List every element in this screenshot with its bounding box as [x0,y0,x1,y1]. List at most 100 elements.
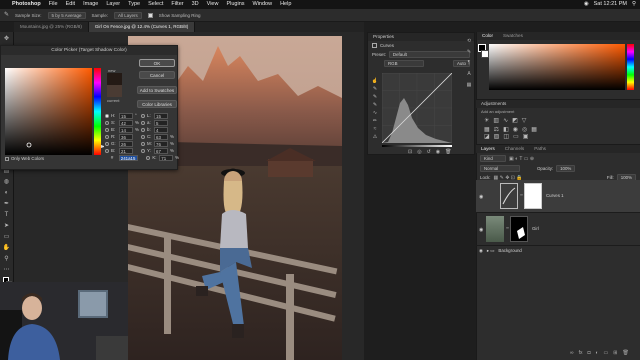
menu-help[interactable]: Help [280,0,291,9]
posterize-icon[interactable]: ▨ [494,133,500,140]
color-value-input-2[interactable]: 71 [159,154,174,161]
tab-girl-on-fence[interactable]: Girl On Fence.jpg @ 12.4% (Curves 1, RGB… [88,22,196,32]
selective-color-icon[interactable]: ▣ [523,133,529,140]
curve-edit-icon[interactable]: ∿ [371,109,379,117]
lab-cmyk-radio[interactable] [141,134,145,139]
color-value-input-2[interactable]: 63 [154,133,168,140]
target-adjust-icon[interactable]: ☝ [371,77,379,85]
channel-select[interactable]: RGB [384,60,424,67]
sample-size-select[interactable]: 5 by 5 Average [47,11,86,19]
channel-mixer-icon[interactable]: ◎ [522,126,527,133]
lab-cmyk-radio[interactable] [141,148,145,153]
color-mode-radio[interactable] [105,134,109,139]
layer-name[interactable]: Curves 1 [546,193,564,198]
color-value-input-2[interactable]: 15 [154,112,168,119]
search-icon[interactable]: ⚲ [632,0,636,9]
new-adjustment-icon[interactable]: ◐ [596,350,599,356]
layer-group-name[interactable]: Background [498,247,521,254]
vibrance-icon[interactable]: ▽ [522,117,527,124]
view-previous-icon[interactable]: ◎ [417,149,421,155]
character-icon[interactable]: A [463,69,475,80]
exposure-icon[interactable]: ◩ [512,117,518,124]
libraries-icon[interactable]: ▦ [463,80,475,91]
menu-edit[interactable]: Edit [66,0,75,9]
visibility-eye-icon[interactable]: ◉ [479,194,483,200]
color-value-input[interactable]: 14 [119,126,133,133]
color-value-input[interactable]: 36 [119,133,133,140]
photo-filter-icon[interactable]: ◉ [513,126,518,133]
clipping-warning-icon[interactable]: ⚠ [371,133,379,141]
pen-tool-icon[interactable]: ✒ [3,200,11,208]
tab-channels[interactable]: Channels [500,145,529,153]
add-mask-icon[interactable]: ◘ [587,350,590,356]
wifi-icon[interactable]: ◉ [584,0,589,9]
tab-paths[interactable]: Paths [529,145,551,153]
ok-button[interactable]: OK [139,59,175,67]
color-panel-hue-slider[interactable] [627,44,634,90]
fx-icon[interactable]: fx [579,350,583,356]
color-value-input-2[interactable]: 5 [154,119,168,126]
invert-icon[interactable]: ◪ [484,133,490,140]
tab-mountains[interactable]: Mountains.jpg @ 25% (RGB/8) [14,22,89,32]
background-color-swatch[interactable] [481,50,489,58]
menu-type[interactable]: Type [128,0,140,9]
color-value-input[interactable]: 21 [119,147,133,154]
preset-select[interactable]: Default [388,51,470,58]
brightness-icon[interactable]: ☀ [484,117,489,124]
smooth-icon[interactable]: ≈ [371,125,379,133]
current-color-swatch[interactable] [107,85,122,97]
color-value-input-2[interactable]: 4 [154,126,168,133]
color-field[interactable] [5,68,92,155]
filter-kind-select[interactable]: Kind [480,155,506,162]
color-mode-radio[interactable] [105,148,109,153]
color-libraries-button[interactable]: Color Libraries [137,100,177,108]
pencil-draw-icon[interactable]: ✏ [371,117,379,125]
dodge-tool-icon[interactable]: ◐ [3,189,11,197]
menu-file[interactable]: File [49,0,58,9]
type-tool-icon[interactable]: T [3,211,11,219]
lab-cmyk-radio[interactable] [141,141,145,146]
hue-slider-arrow[interactable] [101,145,104,148]
color-panel-field[interactable] [489,44,625,90]
threshold-icon[interactable]: ◫ [503,133,509,140]
levels-icon[interactable]: ▥ [493,117,499,124]
lab-cmyk-radio[interactable] [141,120,145,125]
layer-mask-thumb[interactable] [510,216,528,242]
color-value-input-2[interactable]: 67 [154,147,168,154]
layer-row[interactable]: ◉ ∞ Girl [476,213,640,246]
blur-tool-icon[interactable]: ◍ [3,178,11,186]
color-value-input[interactable]: 26 [119,140,133,147]
visibility-eye-icon[interactable]: ◉ [479,247,483,254]
opacity-input[interactable]: 100% [556,165,576,172]
lab-cmyk-radio[interactable] [146,155,151,160]
color-value-input[interactable]: 15 [119,112,133,119]
link-layers-icon[interactable]: ∞ [570,350,574,356]
color-mode-radio[interactable] [105,113,109,118]
layer-name[interactable]: Girl [532,226,539,231]
cancel-button[interactable]: Cancel [139,71,175,79]
clock-text[interactable]: Sat 12:21 PM [594,0,627,9]
delete-icon[interactable]: 🗑 [445,149,451,155]
color-lookup-icon[interactable]: ▦ [531,126,537,133]
sample-select[interactable]: All Layers [114,11,142,19]
path-select-icon[interactable]: ➤ [3,222,11,230]
color-balance-icon[interactable]: ⚖ [494,126,499,133]
hue-slider[interactable] [94,68,101,155]
hand-tool-icon[interactable]: ✋ [3,244,11,252]
black-white-icon[interactable]: ◧ [503,126,509,133]
sampling-ring-checkbox[interactable] [147,12,153,18]
color-mode-radio[interactable] [105,120,109,125]
visibility-icon[interactable]: ◉ [436,149,440,155]
tab-swatches[interactable]: Swatches [498,32,528,40]
color-mode-radio[interactable] [105,141,109,146]
blend-mode-select[interactable]: Normal [480,165,520,172]
menu-view[interactable]: View [207,0,219,9]
more-tools-icon[interactable]: ⋯ [3,266,11,274]
new-layer-icon[interactable]: ⊞ [613,350,617,356]
gradient-map-icon[interactable]: ▭ [513,133,519,140]
color-mode-radio[interactable] [105,127,109,132]
tab-color[interactable]: Color [477,32,498,40]
curves-graph[interactable] [382,73,452,143]
black-point-eyedropper-icon[interactable]: ✎ [371,85,379,93]
eyedropper-tool-icon[interactable]: ✎ [4,9,9,22]
